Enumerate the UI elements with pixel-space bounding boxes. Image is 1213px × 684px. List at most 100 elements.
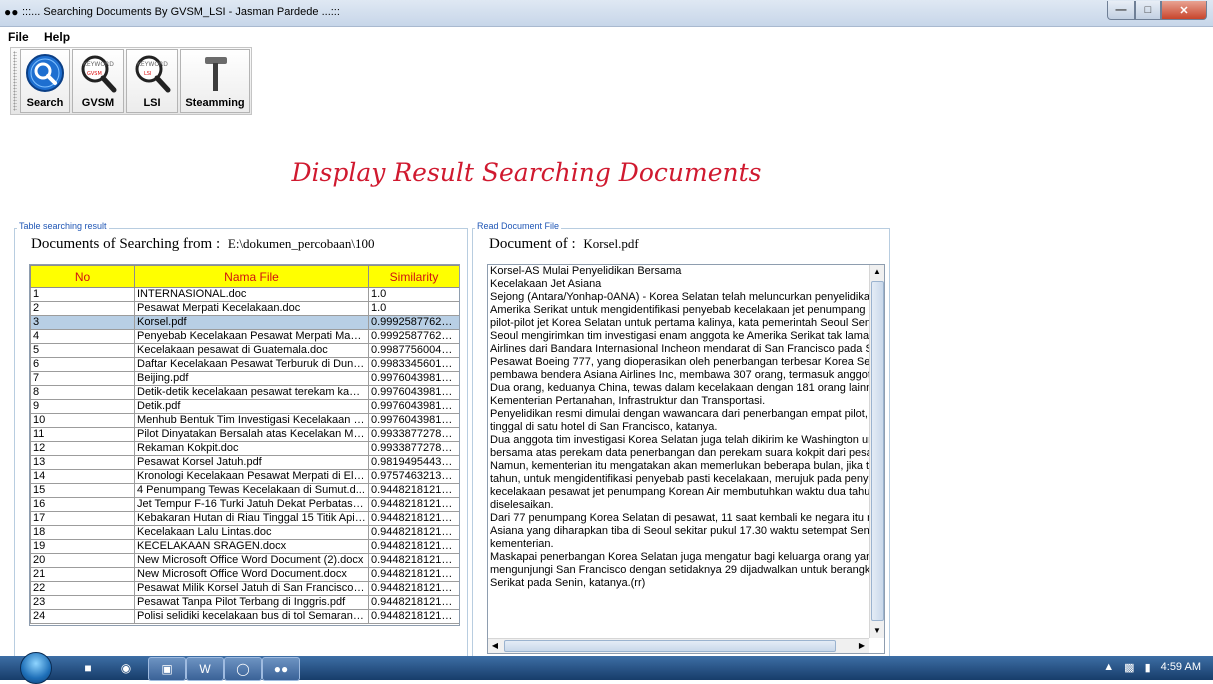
explorer-icon[interactable]: ■ — [70, 657, 106, 679]
table-row[interactable]: 15 4 Penumpang Tewas Kecelakaan di Sumut.… — [30, 483, 459, 498]
cell-nama-file[interactable]: Menhub Bentuk Tim Investigasi Kecelakaan… — [134, 413, 369, 428]
cell-nama-file[interactable]: Kecelakaan Lalu Lintas.doc — [134, 525, 369, 540]
column-header-no[interactable]: No — [30, 265, 135, 288]
cell-no[interactable]: 7 — [30, 371, 135, 386]
cell-similarity[interactable]: 0.9448218121484... — [368, 567, 459, 582]
table-row[interactable]: 3 Korsel.pdf 0.9992587762252... — [30, 315, 459, 330]
cell-nama-file[interactable]: Polisi selidiki kecelakaan bus di tol Se… — [134, 609, 369, 624]
cell-nama-file[interactable]: Kronologi Kecelakaan Pesawat Merpati di … — [134, 469, 369, 484]
cell-similarity[interactable]: 0.9976043981241... — [368, 371, 459, 386]
table-row[interactable]: 22 Pesawat Milik Korsel Jatuh di San Fran… — [30, 581, 459, 596]
clock[interactable]: 4:59 AM — [1161, 661, 1201, 674]
cell-nama-file[interactable]: New Microsoft Office Word Document.docx — [134, 567, 369, 582]
cell-similarity[interactable]: 0.9976043981241... — [368, 385, 459, 400]
cell-nama-file[interactable]: Pilot Dinyatakan Bersalah atas Kecelakan… — [134, 427, 369, 442]
cell-no[interactable]: 15 — [30, 483, 135, 498]
table-row[interactable]: 19 KECELAKAAN SRAGEN.docx 0.9448218121484.… — [30, 539, 459, 554]
table-row[interactable]: 12 Rekaman Kokpit.doc 0.9933877278559... — [30, 441, 459, 456]
scroll-left-arrow-icon[interactable]: ◀ — [488, 639, 502, 653]
cell-similarity[interactable]: 0.99760439812416 — [368, 413, 459, 428]
menu-file[interactable]: File — [0, 27, 33, 44]
scroll-down-arrow-icon[interactable]: ▼ — [870, 624, 884, 638]
cell-nama-file[interactable]: Kebakaran Hutan di Riau Tinggal 15 Titik… — [134, 511, 369, 526]
cell-similarity[interactable]: 0.9987756004605... — [368, 343, 459, 358]
cell-no[interactable]: 13 — [30, 455, 135, 470]
cell-similarity[interactable]: 0.9819495443277... — [368, 455, 459, 470]
cell-no[interactable]: 16 — [30, 497, 135, 512]
table-row[interactable]: 11 Pilot Dinyatakan Bersalah atas Kecelak… — [30, 427, 459, 442]
cell-similarity[interactable]: 0.9448218121484... — [368, 483, 459, 498]
document-text-area[interactable]: Korsel-AS Mulai Penyelidikan Bersama Kece… — [487, 264, 885, 654]
cell-similarity[interactable]: 0.9448218121484... — [368, 497, 459, 512]
cell-similarity[interactable]: 0.9448218121484... — [368, 581, 459, 596]
table-row[interactable]: 10 Menhub Bentuk Tim Investigasi Kecelaka… — [30, 413, 459, 428]
chrome-icon[interactable]: ◉ — [108, 657, 144, 679]
cell-no[interactable]: 18 — [30, 525, 135, 540]
cell-similarity[interactable]: 0.9933877278559... — [368, 441, 459, 456]
cell-nama-file[interactable]: Pesawat Merpati Kecelakaan.doc — [134, 301, 369, 316]
network-icon[interactable]: ▩ — [1124, 661, 1134, 674]
cell-no[interactable]: 19 — [30, 539, 135, 554]
column-header-nama-file[interactable]: Nama File — [134, 265, 369, 288]
battery-icon[interactable]: ▮ — [1145, 661, 1151, 674]
cell-nama-file[interactable]: Pesawat Milik Korsel Jatuh di San Franci… — [134, 581, 369, 596]
cell-similarity[interactable]: 0.9933877278559... — [368, 427, 459, 442]
table-row[interactable]: 23 Pesawat Tanpa Pilot Terbang di Inggris… — [30, 595, 459, 610]
cell-nama-file[interactable]: Detik-detik kecelakaan pesawat terekam k… — [134, 385, 369, 400]
cell-no[interactable]: 12 — [30, 441, 135, 456]
cell-nama-file[interactable]: 4 Penumpang Tewas Kecelakaan di Sumut.d.… — [134, 483, 369, 498]
close-button[interactable]: ✕ — [1161, 1, 1207, 20]
maximize-button[interactable]: □ — [1135, 1, 1161, 20]
folder-icon[interactable]: ▣ — [148, 657, 186, 681]
cell-no[interactable]: 8 — [30, 385, 135, 400]
search-button[interactable]: Search — [20, 49, 70, 113]
horizontal-scrollbar[interactable]: ◀ ▶ — [488, 638, 869, 653]
cell-similarity[interactable]: 0.9992587762252... — [368, 315, 459, 330]
cell-nama-file[interactable]: Pesawat Tanpa Pilot Terbang di Inggris.p… — [134, 595, 369, 610]
tray-arrow-icon[interactable]: ▲ — [1103, 661, 1114, 674]
vertical-scroll-thumb[interactable] — [871, 281, 884, 621]
cell-no[interactable]: 5 — [30, 343, 135, 358]
cell-nama-file[interactable]: KECELAKAAN SRAGEN.docx — [134, 539, 369, 554]
toolbar-grip[interactable] — [13, 51, 17, 111]
cell-nama-file[interactable]: Korsel.pdf — [134, 315, 369, 330]
cell-no[interactable]: 17 — [30, 511, 135, 526]
cell-similarity[interactable]: 0.99925877622524 — [368, 329, 459, 344]
gvsm-button[interactable]: KEYWORD GVSM GVSM — [72, 49, 124, 113]
cell-no[interactable]: 11 — [30, 427, 135, 442]
cell-nama-file[interactable]: Beijing.pdf — [134, 371, 369, 386]
table-row[interactable]: 6 Daftar Kecelakaan Pesawat Terburuk di D… — [30, 357, 459, 372]
table-row[interactable]: 5 Kecelakaan pesawat di Guatemala.doc 0.99… — [30, 343, 459, 358]
document-text-content[interactable]: Korsel-AS Mulai Penyelidikan Bersama Kece… — [488, 265, 869, 638]
binoculars-icon[interactable]: ●● — [262, 657, 300, 681]
cell-no[interactable]: 20 — [30, 553, 135, 568]
cell-nama-file[interactable]: INTERNASIONAL.doc — [134, 287, 369, 302]
lsi-button[interactable]: KEYWORD LSI LSI — [126, 49, 178, 113]
cell-no[interactable]: 21 — [30, 567, 135, 582]
table-row[interactable]: 17 Kebakaran Hutan di Riau Tinggal 15 Tit… — [30, 511, 459, 526]
cell-similarity[interactable]: 0.9976043981241... — [368, 399, 459, 414]
table-row[interactable]: 9 Detik.pdf 0.9976043981241... — [30, 399, 459, 414]
vertical-scrollbar[interactable]: ▲ ▼ — [869, 265, 884, 638]
cell-nama-file[interactable]: Pesawat Korsel Jatuh.pdf — [134, 455, 369, 470]
word-icon[interactable]: W — [186, 657, 224, 681]
cell-no[interactable]: 3 — [30, 315, 135, 330]
cell-no[interactable]: 14 — [30, 469, 135, 484]
window-title-bar[interactable]: ●● :::... Searching Documents By GVSM_LS… — [0, 0, 1213, 27]
scroll-up-arrow-icon[interactable]: ▲ — [870, 265, 884, 279]
table-row[interactable]: 14 Kronologi Kecelakaan Pesawat Merpati d… — [30, 469, 459, 484]
scroll-right-arrow-icon[interactable]: ▶ — [855, 639, 869, 653]
cell-similarity[interactable]: 0.9757463213422... — [368, 469, 459, 484]
table-row[interactable]: 13 Pesawat Korsel Jatuh.pdf 0.981949544327… — [30, 455, 459, 470]
cell-nama-file[interactable]: Penyebab Kecelakaan Pesawat Merpati Masi… — [134, 329, 369, 344]
cell-similarity[interactable]: 0.9448218121484... — [368, 595, 459, 610]
steamming-button[interactable]: Steamming — [180, 49, 250, 113]
table-row[interactable]: 8 Detik-detik kecelakaan pesawat terekam … — [30, 385, 459, 400]
result-table-scrollpane[interactable]: No Nama File Similarity 1 INTERNASIONAL.d… — [29, 264, 460, 626]
cell-no[interactable]: 24 — [30, 609, 135, 624]
column-header-similarity[interactable]: Similarity — [368, 265, 459, 288]
cell-no[interactable]: 4 — [30, 329, 135, 344]
cell-no[interactable]: 2 — [30, 301, 135, 316]
table-row[interactable]: 7 Beijing.pdf 0.9976043981241... — [30, 371, 459, 386]
table-row[interactable]: 2 Pesawat Merpati Kecelakaan.doc 1.0 — [30, 301, 459, 316]
